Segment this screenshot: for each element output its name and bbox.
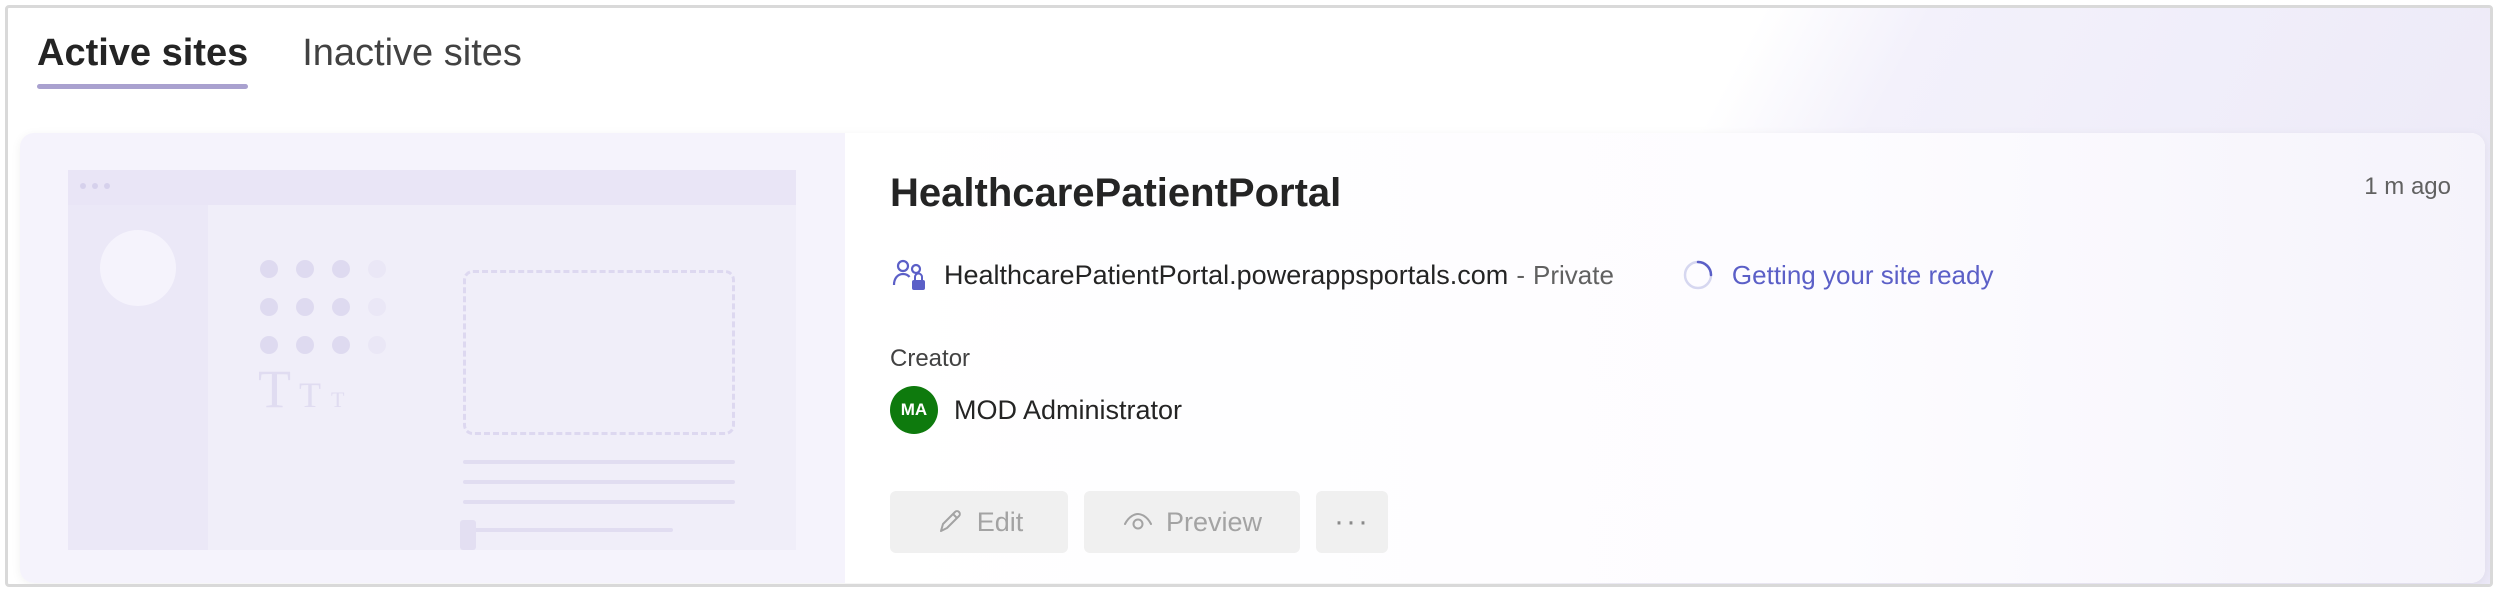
pencil-icon [939,510,961,532]
creator-label: Creator [890,345,971,372]
status-text: Getting your site ready [1731,259,1994,290]
spinner-icon [1683,260,1713,290]
thumbnail-placeholder: TTT [68,170,796,550]
site-card[interactable]: TTT HealthcarePatientPortal 1 m ago Heal… [20,133,2485,583]
avatar: MA [890,386,938,434]
preview-button[interactable]: Preview [1084,491,1300,553]
tab-active-sites[interactable]: Active sites [33,30,252,89]
sites-panel: Active sites Inactive sites TTT Healthca… [5,5,2493,587]
visibility-label: Private [1532,259,1614,290]
eye-icon [1123,512,1152,530]
edit-label: Edit [976,506,1024,537]
text-size-icon: TTT [258,359,345,419]
more-options-button[interactable]: ··· [1316,491,1388,553]
site-url[interactable]: HealthcarePatientPortal.powerappsportals… [944,260,1508,291]
site-name[interactable]: HealthcarePatientPortal [890,171,1341,216]
site-url-row: HealthcarePatientPortal.powerappsportals… [890,255,1993,295]
site-tabs: Active sites Inactive sites [33,30,526,89]
creator-row: MA MOD Administrator [890,386,1182,434]
tab-inactive-sites[interactable]: Inactive sites [298,30,526,89]
site-thumbnail: TTT [20,133,845,583]
preview-label: Preview [1165,506,1263,537]
site-status: Getting your site ready [1682,259,1994,291]
last-modified: 1 m ago [2364,173,2451,200]
visibility-separator: - [1516,259,1525,290]
creator-name: MOD Administrator [954,394,1183,425]
people-lock-icon [892,259,925,290]
edit-button[interactable]: Edit [890,491,1068,553]
site-actions: Edit Preview ··· [890,491,1388,553]
